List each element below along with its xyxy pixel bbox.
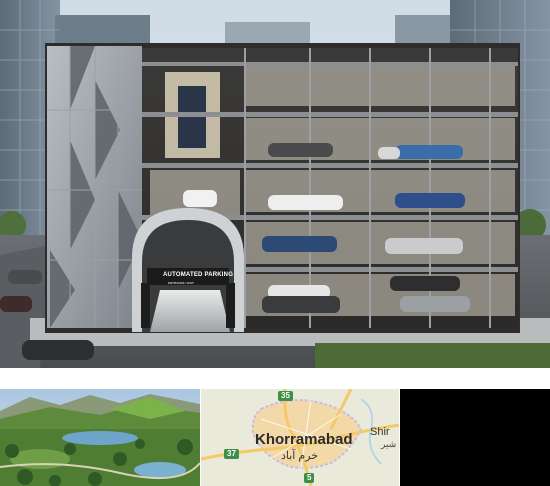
entrance-subsign: ENTRANCE / EXIT — [168, 281, 194, 285]
map-city-label-fa: خرم آباد — [281, 450, 319, 462]
thumbnail-empty[interactable] — [400, 389, 550, 486]
road-shield-37: 37 — [224, 449, 239, 459]
entrance-sign: AUTOMATED PARKING — [163, 272, 234, 278]
map-neighbor-label: Shir — [370, 426, 390, 438]
hero-image: AUTOMATED PARKING ENTRANCE / EXIT — [0, 0, 550, 368]
road-shield-35: 35 — [278, 391, 293, 401]
map-neighbor-label-fa: شیر — [381, 439, 397, 449]
parking-building-illustration — [0, 0, 550, 368]
road-shield-5: 5 — [304, 473, 315, 483]
park-landscape-photo — [0, 389, 200, 486]
thumbnail-park[interactable] — [0, 389, 200, 486]
thumbnail-map[interactable]: Khorramabad خرم آباد Shir شیر 35 37 5 — [201, 389, 399, 486]
map-city-label: Khorramabad — [255, 431, 353, 448]
